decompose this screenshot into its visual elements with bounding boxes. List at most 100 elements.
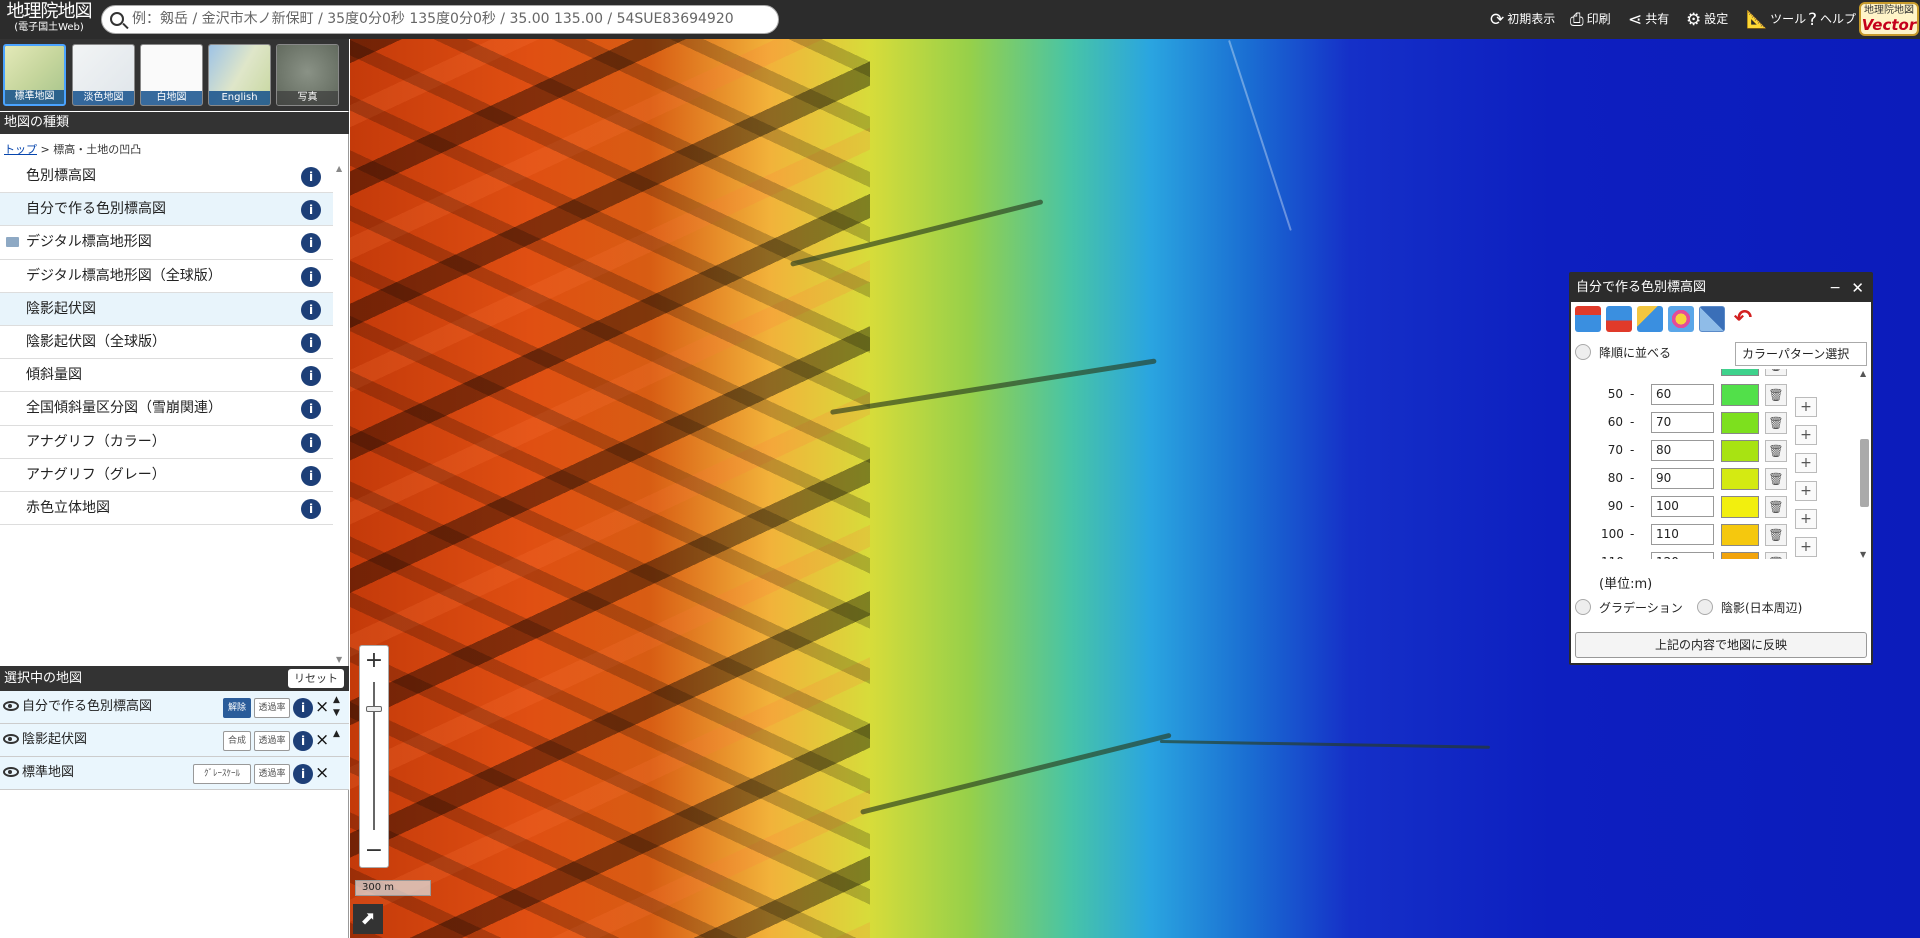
gradation-checkbox[interactable] bbox=[1575, 599, 1591, 615]
range-high-input[interactable]: 100 bbox=[1651, 496, 1714, 517]
info-icon[interactable]: i bbox=[301, 465, 321, 486]
trash-icon[interactable]: 🗑 bbox=[1765, 496, 1787, 518]
zoom-in-button[interactable]: + bbox=[360, 648, 388, 674]
app-logo[interactable]: 地理院地図 (電子国土Web) bbox=[4, 3, 94, 37]
shade-option[interactable]: 陰影(日本周辺) bbox=[1697, 597, 1802, 619]
layer-opacity-button[interactable]: 透過率 bbox=[254, 698, 290, 718]
trash-icon[interactable]: 🗑 bbox=[1765, 524, 1787, 546]
print-button[interactable]: ⎙ 印刷 bbox=[1570, 0, 1611, 39]
layer-opacity-button[interactable]: 透過率 bbox=[254, 731, 290, 751]
trash-icon[interactable]: 🗑 bbox=[1765, 552, 1787, 559]
upload-icon[interactable] bbox=[1575, 306, 1601, 332]
eye-icon[interactable] bbox=[3, 734, 19, 744]
maptype-item[interactable]: 陰影起伏図（全球版） i bbox=[0, 326, 333, 360]
basemap-thumb-photo[interactable]: 写真 bbox=[276, 44, 339, 106]
eye-icon[interactable] bbox=[3, 767, 19, 777]
move-up-arrow-icon[interactable]: ▲ bbox=[333, 730, 340, 739]
zoom-out-button[interactable]: − bbox=[360, 839, 388, 865]
scroll-down-arrow[interactable]: ▼ bbox=[1860, 550, 1866, 559]
info-icon[interactable]: i bbox=[293, 764, 313, 784]
info-icon[interactable]: i bbox=[293, 731, 313, 751]
info-icon[interactable]: i bbox=[301, 366, 321, 387]
vector-map-button[interactable]: 地理院地図 Vector bbox=[1859, 2, 1919, 36]
color-pattern-select[interactable]: カラーパターン選択 bbox=[1735, 342, 1867, 366]
layer-grayscale-button[interactable]: ｸﾞﾚｰｽｹｰﾙ bbox=[193, 764, 251, 784]
range-high-input[interactable]: 120 bbox=[1651, 552, 1714, 559]
maptype-item[interactable]: アナグリフ（グレー） i bbox=[0, 459, 333, 492]
scroll-up-arrow[interactable]: ▲ bbox=[336, 164, 342, 173]
color-swatch[interactable] bbox=[1721, 369, 1759, 376]
color-swatch[interactable] bbox=[1721, 440, 1759, 462]
maptype-folder[interactable]: デジタル標高地形図 i bbox=[0, 226, 333, 260]
reset-view-button[interactable]: ⟳ 初期表示 bbox=[1490, 0, 1555, 39]
range-high-input[interactable]: 110 bbox=[1651, 524, 1714, 545]
download-icon[interactable] bbox=[1606, 306, 1632, 332]
basemap-thumb-blank[interactable]: 白地図 bbox=[140, 44, 203, 106]
maptype-item[interactable]: 色別標高図 i bbox=[0, 160, 333, 194]
breadcrumb-top-link[interactable]: トップ bbox=[4, 143, 37, 156]
info-icon[interactable]: i bbox=[301, 432, 321, 453]
shade-checkbox[interactable] bbox=[1697, 599, 1713, 615]
trash-icon[interactable]: 🗑 bbox=[1765, 468, 1787, 490]
info-icon[interactable]: i bbox=[301, 233, 321, 254]
trash-icon[interactable]: 🗑 bbox=[1765, 412, 1787, 434]
trash-icon[interactable]: 🗑 bbox=[1765, 384, 1787, 406]
eye-icon[interactable] bbox=[3, 701, 19, 711]
layers-icon[interactable] bbox=[1637, 306, 1663, 332]
zoom-slider-handle[interactable] bbox=[366, 706, 382, 712]
apply-button[interactable]: 上記の内容で地図に反映 bbox=[1575, 632, 1867, 658]
layer-release-button[interactable]: 解除 bbox=[223, 698, 251, 718]
minimize-icon[interactable]: − bbox=[1829, 274, 1841, 302]
gradation-option[interactable]: グラデーション bbox=[1575, 597, 1683, 619]
expand-button[interactable]: ⬈ bbox=[353, 904, 383, 934]
settings-button[interactable]: ⚙ 設定 bbox=[1686, 0, 1728, 39]
maptype-item[interactable]: 全国傾斜量区分図（雪崩関連） i bbox=[0, 392, 333, 426]
maptype-scrollbar[interactable]: ▲ ▼ bbox=[334, 164, 346, 664]
color-swatch[interactable] bbox=[1721, 468, 1759, 490]
zoom-slider-track[interactable] bbox=[373, 682, 375, 830]
maptype-item[interactable]: 赤色立体地図 i bbox=[0, 492, 333, 526]
info-icon[interactable]: i bbox=[293, 698, 313, 718]
color-swatch[interactable] bbox=[1721, 524, 1759, 546]
range-high-input[interactable]: 60 bbox=[1651, 384, 1714, 405]
pick-color-icon[interactable] bbox=[1699, 306, 1725, 332]
layer-opacity-button[interactable]: 透過率 bbox=[254, 764, 290, 784]
descending-option[interactable]: 降順に並べる bbox=[1575, 342, 1671, 364]
table-scrollbar[interactable]: ▲ ▼ bbox=[1857, 369, 1871, 559]
info-icon[interactable]: i bbox=[301, 332, 321, 353]
basemap-thumb-english[interactable]: English bbox=[208, 44, 271, 106]
scroll-up-arrow[interactable]: ▲ bbox=[1860, 369, 1866, 378]
info-icon[interactable]: i bbox=[301, 399, 321, 420]
maptype-item[interactable]: アナグリフ（カラー） i bbox=[0, 426, 333, 459]
info-icon[interactable]: i bbox=[301, 266, 321, 287]
basemap-thumb-standard[interactable]: 標準地図 bbox=[3, 44, 66, 106]
reset-layers-button[interactable]: リセット bbox=[288, 669, 344, 688]
trash-icon[interactable]: 🗑 bbox=[1765, 369, 1787, 376]
close-icon[interactable]: × bbox=[315, 763, 329, 783]
color-swatch[interactable] bbox=[1721, 496, 1759, 518]
search-input[interactable]: 例：剱岳 / 金沢市木ノ新保町 / 35度0分0秒 135度0分0秒 / 35.… bbox=[101, 5, 779, 34]
descending-checkbox[interactable] bbox=[1575, 344, 1591, 360]
maptype-item[interactable]: 自分で作る色別標高図 i bbox=[0, 193, 333, 227]
info-icon[interactable]: i bbox=[301, 299, 321, 320]
layer-compose-button[interactable]: 合成 bbox=[223, 731, 251, 751]
maptype-item[interactable]: デジタル標高地形図（全球版） i bbox=[0, 260, 333, 293]
range-high-input[interactable]: 90 bbox=[1651, 468, 1714, 489]
scroll-down-arrow[interactable]: ▼ bbox=[336, 655, 342, 664]
help-button[interactable]: ? ヘルプ bbox=[1808, 0, 1856, 39]
color-swatch[interactable] bbox=[1721, 384, 1759, 406]
close-icon[interactable]: × bbox=[315, 730, 329, 750]
info-icon[interactable]: i bbox=[301, 498, 321, 519]
trash-icon[interactable]: 🗑 bbox=[1765, 440, 1787, 462]
share-button[interactable]: ⋖ 共有 bbox=[1628, 0, 1669, 39]
undo-icon[interactable]: ↶ bbox=[1730, 306, 1756, 332]
range-high-input[interactable]: 70 bbox=[1651, 412, 1714, 433]
scroll-thumb[interactable] bbox=[1860, 439, 1869, 507]
close-icon[interactable]: ✕ bbox=[1851, 274, 1864, 302]
palette-icon[interactable] bbox=[1668, 306, 1694, 332]
tools-button[interactable]: 📐 ツール bbox=[1746, 0, 1806, 39]
info-icon[interactable]: i bbox=[301, 167, 321, 187]
move-down-arrow-icon[interactable]: ▼ bbox=[333, 709, 340, 718]
color-swatch[interactable] bbox=[1721, 552, 1759, 559]
maptype-item[interactable]: 陰影起伏図 i bbox=[0, 292, 333, 326]
